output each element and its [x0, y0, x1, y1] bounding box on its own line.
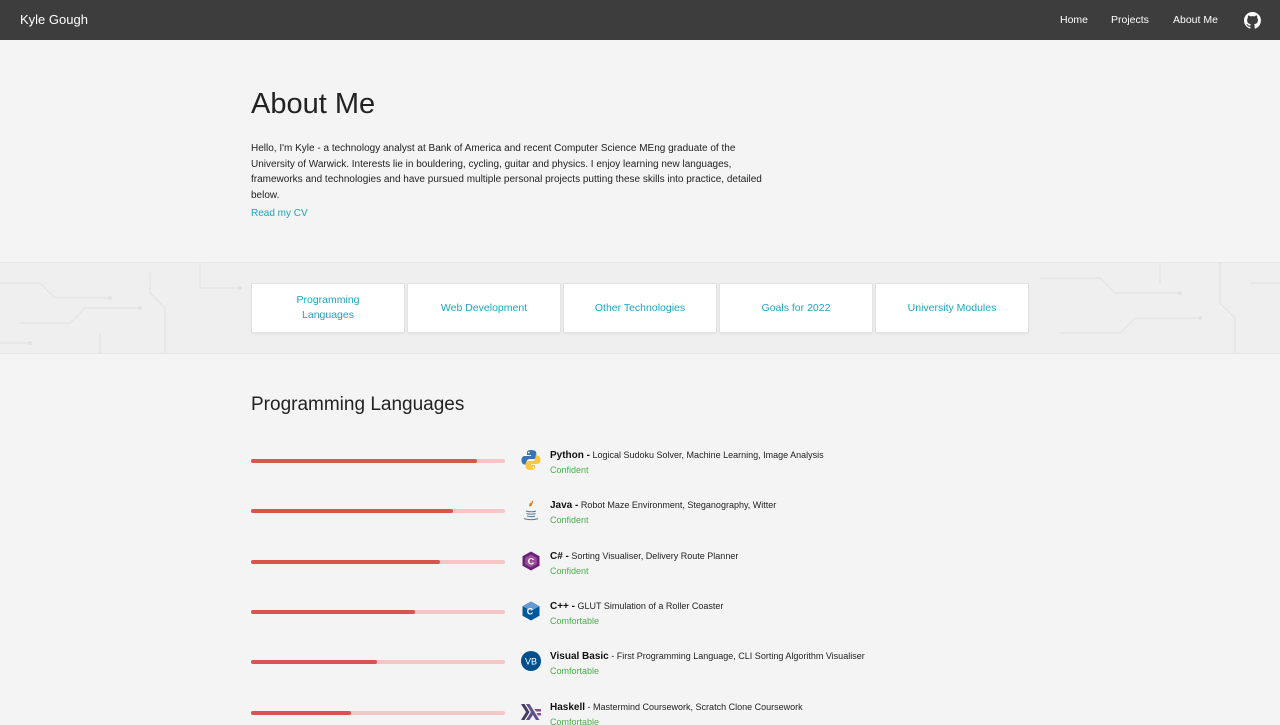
nav-home-link[interactable]: Home	[1060, 14, 1088, 26]
tab-goals-2022[interactable]: Goals for 2022	[719, 283, 873, 333]
language-row: C C# - Sorting Visualiser, Delivery Route…	[251, 551, 951, 584]
language-name: Python -	[550, 450, 590, 461]
tab-university-modules[interactable]: University Modules	[875, 283, 1029, 333]
proficiency-bar	[251, 459, 505, 463]
proficiency-level: Comfortable	[550, 615, 600, 626]
proficiency-bar	[251, 559, 505, 564]
read-cv-link[interactable]: Read my CV	[251, 208, 308, 219]
proficiency-bar-fill	[251, 559, 441, 564]
language-row: C C++ - GLUT Simulation of a Roller Coast…	[251, 601, 951, 634]
language-description: Visual Basic - First Programming Languag…	[550, 651, 865, 662]
python-icon	[520, 449, 542, 471]
language-projects: Robot Maze Environment, Steganography, W…	[578, 500, 777, 511]
language-name: C# -	[550, 550, 569, 562]
java-icon	[520, 499, 542, 521]
proficiency-level: Confident	[550, 565, 589, 576]
brand-link[interactable]: Kyle Gough	[20, 12, 88, 27]
proficiency-level: Confident	[550, 465, 589, 475]
section-title: Programming Languages	[251, 394, 465, 415]
proficiency-level: Comfortable	[550, 666, 600, 677]
language-description: Java - Robot Maze Environment, Steganogr…	[550, 500, 776, 511]
proficiency-bar	[251, 660, 505, 665]
tab-programming-languages[interactable]: Programming Languages	[251, 283, 405, 333]
language-name: Java -	[550, 500, 579, 512]
top-navbar: Kyle Gough Home Projects About Me	[0, 0, 1280, 40]
proficiency-bar	[251, 609, 505, 614]
page-title: About Me	[251, 88, 376, 120]
language-name: Haskell	[550, 701, 586, 713]
language-name: Visual Basic	[550, 651, 609, 663]
language-description: C# - Sorting Visualiser, Delivery Route …	[550, 551, 738, 562]
svg-text:VB: VB	[525, 657, 537, 667]
proficiency-bar	[251, 710, 505, 715]
intro-paragraph: Hello, I'm Kyle - a technology analyst a…	[251, 143, 762, 201]
language-description: Python - Logical Sudoku Solver, Machine …	[550, 450, 824, 461]
tab-web-development[interactable]: Web Development	[407, 283, 561, 333]
language-row: Python - Logical Sudoku Solver, Machine …	[251, 450, 951, 483]
nav-about-link[interactable]: About Me	[1173, 14, 1218, 26]
language-projects: - First Programming Language, CLI Sortin…	[608, 651, 865, 662]
cpp-icon: C	[520, 600, 542, 622]
proficiency-bar	[251, 509, 505, 514]
proficiency-bar-fill	[251, 509, 453, 514]
language-projects: - Mastermind Coursework, Scratch Clone C…	[585, 701, 803, 712]
proficiency-bar-fill	[251, 660, 377, 665]
proficiency-bar-fill	[251, 609, 415, 614]
csharp-icon: C	[520, 550, 542, 572]
language-description: C++ - GLUT Simulation of a Roller Coaste…	[550, 601, 723, 612]
language-description: Haskell - Mastermind Coursework, Scratch…	[550, 702, 803, 713]
skills-tabs: Programming Languages Web Development Ot…	[251, 283, 1031, 333]
proficiency-bar-fill	[251, 459, 478, 463]
proficiency-level: Comfortable	[550, 716, 600, 725]
language-row: Haskell - Mastermind Coursework, Scratch…	[251, 702, 951, 725]
tab-other-technologies[interactable]: Other Technologies	[563, 283, 717, 333]
proficiency-bar-fill	[251, 710, 352, 715]
language-row: VB Visual Basic - First Programming Langu…	[251, 651, 951, 684]
language-projects: Logical Sudoku Solver, Machine Learning,…	[590, 450, 824, 460]
visual-basic-icon: VB	[520, 650, 542, 672]
language-projects: GLUT Simulation of a Roller Coaster	[575, 600, 724, 611]
github-icon[interactable]	[1244, 12, 1261, 29]
haskell-icon	[520, 701, 542, 723]
language-row: Java - Robot Maze Environment, Steganogr…	[251, 500, 951, 533]
proficiency-level: Confident	[550, 515, 589, 526]
language-projects: Sorting Visualiser, Delivery Route Plann…	[568, 550, 739, 561]
language-name: C++ -	[550, 600, 576, 612]
nav-projects-link[interactable]: Projects	[1111, 14, 1149, 26]
svg-text:C: C	[527, 606, 534, 616]
svg-text:C: C	[528, 556, 535, 566]
